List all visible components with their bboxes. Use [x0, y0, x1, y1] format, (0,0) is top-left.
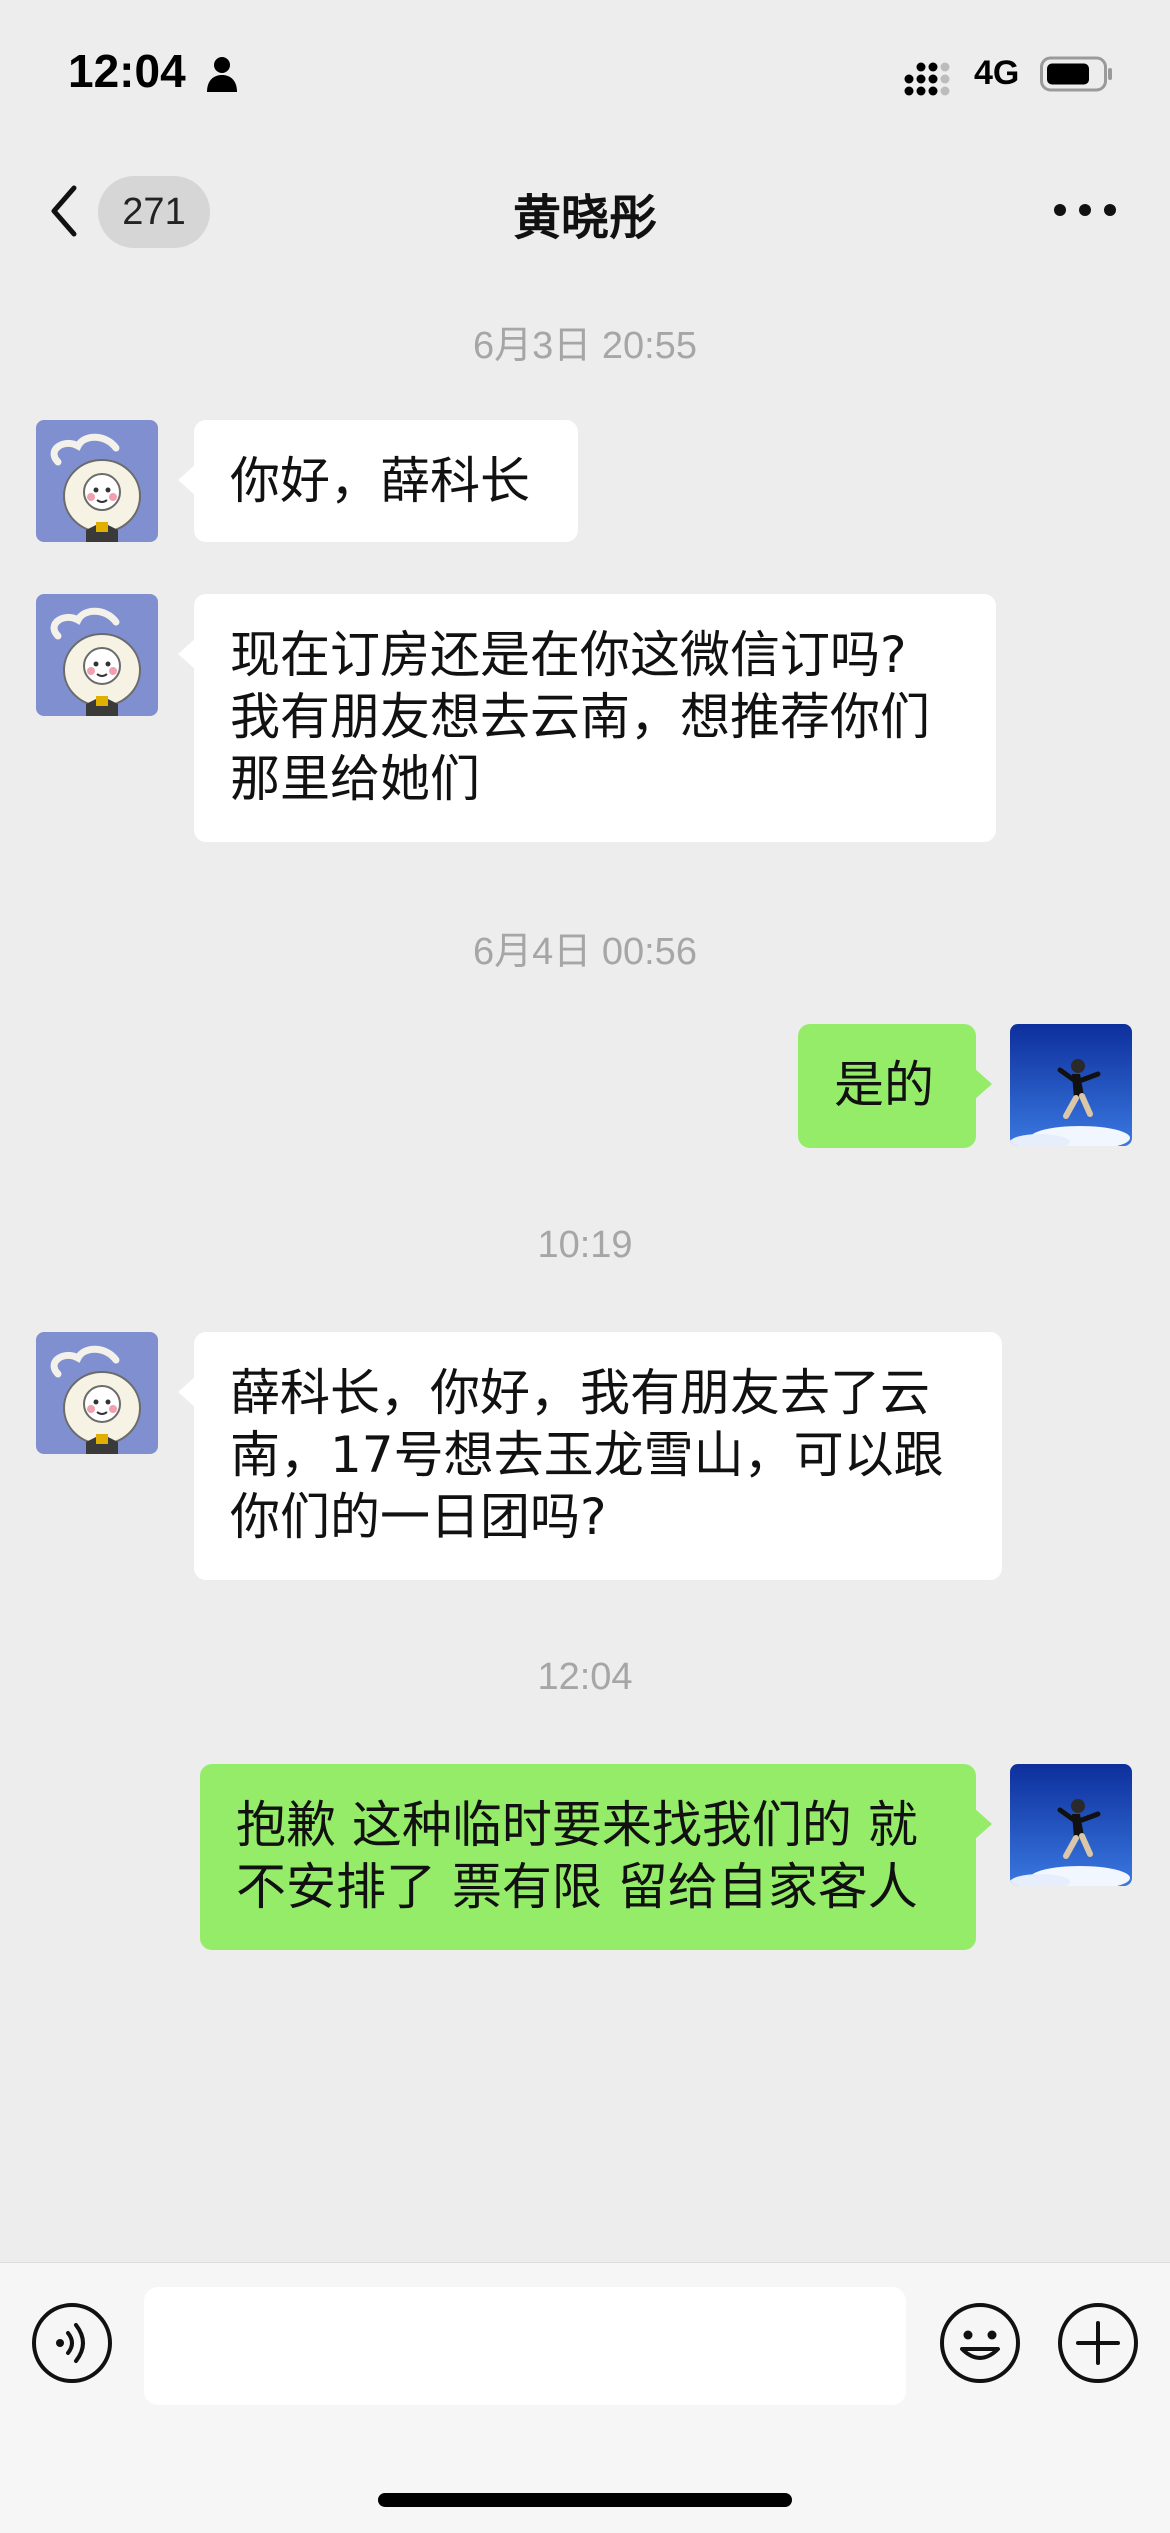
plus-icon[interactable]: [1056, 2301, 1140, 2385]
input-bar: [0, 2262, 1170, 2533]
message-timestamp: 12:04: [537, 1656, 633, 1698]
message-timestamp: 6月3日 20:55: [473, 325, 697, 367]
chat-title: 黄晓彤: [512, 190, 657, 246]
message-line: 南，17号想去玉龙雪山，可以跟: [230, 1426, 944, 1484]
message-line: 抱歉 这种临时要来找我们的 就: [236, 1796, 918, 1854]
message-bubble-incoming[interactable]: 薛科长，你好，我有朋友去了云 南，17号想去玉龙雪山，可以跟 你们的一日团吗?: [178, 1332, 1002, 1580]
message-line: 薛科长，你好，我有朋友去了云: [230, 1364, 930, 1422]
message-bubble-outgoing[interactable]: 抱歉 这种临时要来找我们的 就 不安排了 票有限 留给自家客人: [200, 1764, 992, 1950]
message-bubble-incoming[interactable]: 现在订房还是在你这微信订吗? 我有朋友想去云南，想推荐你们 那里给她们: [178, 594, 996, 842]
message-bubble-outgoing[interactable]: 是的: [798, 1024, 992, 1148]
status-time: 12:04: [68, 45, 186, 97]
self-avatar[interactable]: [1010, 1024, 1132, 1146]
signal-icon: [904, 62, 950, 96]
home-indicator: [378, 2493, 792, 2507]
self-avatar[interactable]: [1010, 1764, 1132, 1886]
back-button[interactable]: 271: [38, 176, 218, 248]
message-line: 现在订房还是在你这微信订吗?: [230, 626, 907, 684]
message-timestamp: 10:19: [537, 1224, 633, 1266]
status-bar: 12:04 4G: [0, 0, 1170, 140]
network-label: 4G: [974, 54, 1020, 92]
message-line: 那里给她们: [230, 750, 480, 808]
contact-avatar[interactable]: [36, 594, 158, 716]
message-bubble-incoming[interactable]: 你好，薛科长: [178, 420, 578, 542]
battery-icon: [1040, 56, 1112, 92]
person-icon: [207, 57, 237, 92]
message-line: 不安排了 票有限 留给自家客人: [236, 1858, 918, 1916]
nav-bar: 271 黄晓彤: [0, 150, 1170, 264]
emoji-icon[interactable]: [938, 2301, 1022, 2385]
message-line: 是的: [834, 1056, 934, 1114]
message-timestamp: 6月4日 00:56: [473, 931, 697, 973]
message-line: 你好，薛科长: [230, 452, 530, 510]
contact-avatar[interactable]: [36, 420, 158, 542]
message-line: 我有朋友想去云南，想推荐你们: [230, 688, 930, 746]
chevron-left-icon: [51, 185, 77, 237]
message-input[interactable]: [144, 2287, 906, 2405]
message-line: 你们的一日团吗?: [230, 1488, 607, 1546]
voice-icon[interactable]: [30, 2301, 114, 2385]
more-dots-icon[interactable]: [1050, 190, 1120, 230]
contact-avatar[interactable]: [36, 1332, 158, 1454]
unread-count-badge: 271: [98, 176, 210, 248]
